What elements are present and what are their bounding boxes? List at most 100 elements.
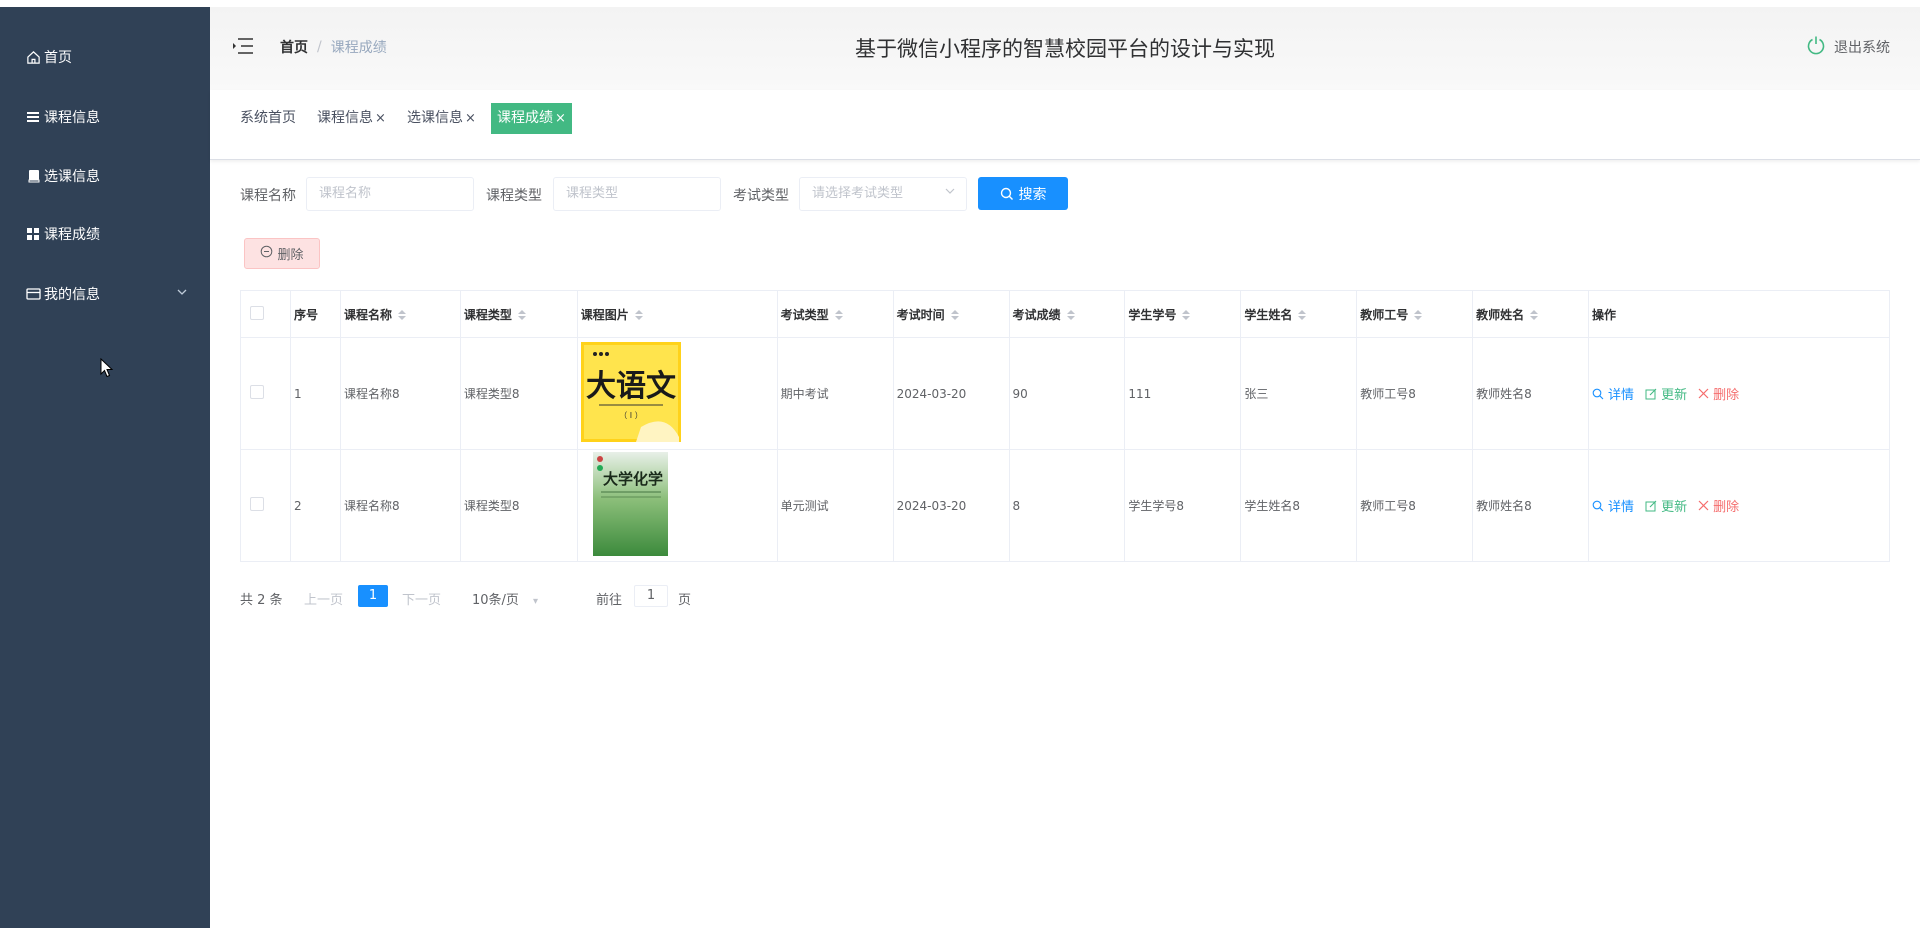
course-name-input[interactable]: 课程名称: [306, 177, 474, 211]
col-index: 序号: [289, 290, 341, 338]
col-exam-type[interactable]: 考试类型: [776, 290, 894, 338]
detail-button[interactable]: 详情: [1592, 496, 1634, 515]
cell-exam-type: 期中考试: [776, 337, 894, 450]
course-cover-image[interactable]: 大学化学: [592, 452, 693, 556]
cell-course-type: 课程类型8: [459, 449, 578, 562]
course-type-input[interactable]: 课程类型: [553, 177, 721, 211]
edit-icon: [1645, 388, 1657, 399]
row-select-cell[interactable]: [240, 337, 291, 450]
sort-icon[interactable]: [634, 310, 643, 320]
cell-course-image: 大学化学: [576, 449, 778, 562]
col-score[interactable]: 考试成绩: [1008, 290, 1126, 338]
course-type-label: 课程类型: [486, 188, 542, 204]
cell-actions: 详情 更新 删除: [1588, 337, 1890, 450]
col-label: 课程类型: [463, 307, 512, 322]
update-button[interactable]: 更新: [1645, 384, 1687, 403]
detail-label: 详情: [1608, 388, 1635, 403]
cell-score: 90: [1008, 337, 1126, 450]
search-icon: [1592, 500, 1604, 511]
sidebar-item-grades[interactable]: 课程成绩: [0, 214, 210, 254]
col-student-no[interactable]: 学生学号: [1124, 290, 1242, 338]
delete-label: 删除: [1713, 500, 1740, 515]
cell-course-type: 课程类型8: [459, 337, 578, 450]
tag-label: 选课信息: [407, 110, 463, 126]
sidebar-item-my-info[interactable]: 我的信息: [0, 274, 210, 314]
row-checkbox[interactable]: [250, 497, 264, 511]
sort-icon[interactable]: [1298, 310, 1307, 320]
sidebar-item-label: 首页: [44, 50, 72, 66]
goto-label: 前往: [596, 593, 623, 608]
course-cover-image[interactable]: 大语文 （ I ）: [580, 342, 681, 442]
sort-icon[interactable]: [1066, 310, 1075, 320]
col-teacher-no[interactable]: 教师工号: [1356, 290, 1474, 338]
tag-course-info[interactable]: 课程信息 ×: [311, 103, 392, 134]
delete-button[interactable]: 删除: [1698, 496, 1739, 515]
sort-icon[interactable]: [1414, 310, 1423, 320]
sort-icon[interactable]: [1530, 310, 1539, 320]
cell-teacher-name: 教师姓名8: [1472, 337, 1590, 450]
sort-icon[interactable]: [397, 310, 406, 320]
detail-button[interactable]: 详情: [1592, 384, 1634, 403]
col-label: 教师工号: [1360, 307, 1409, 322]
course-name-label: 课程名称: [240, 188, 296, 204]
search-icon: [1000, 187, 1013, 200]
search-button[interactable]: 搜索: [978, 177, 1068, 210]
col-course-type[interactable]: 课程类型: [459, 290, 578, 338]
sort-icon[interactable]: [517, 310, 526, 320]
sort-icon[interactable]: [834, 310, 843, 320]
row-select-cell[interactable]: [240, 449, 291, 562]
chevron-down-icon: [944, 178, 956, 210]
col-student-name[interactable]: 学生姓名: [1240, 290, 1358, 338]
close-icon[interactable]: ×: [555, 111, 566, 126]
goto-page-input[interactable]: 1: [634, 585, 668, 607]
card-icon: [24, 285, 42, 303]
search-icon: [1592, 388, 1604, 399]
cover-subtitle: （ I ）: [619, 411, 642, 420]
sort-icon[interactable]: [1182, 310, 1191, 320]
sidebar-item-enrollment[interactable]: 选课信息: [0, 156, 210, 196]
page-number-button[interactable]: 1: [358, 585, 388, 607]
list-icon: [24, 108, 42, 126]
sort-icon[interactable]: [950, 310, 959, 320]
home-icon: [24, 48, 42, 66]
next-page-button[interactable]: 下一页: [402, 589, 441, 608]
close-icon[interactable]: ×: [375, 111, 386, 126]
cell-actions: 详情 更新 删除: [1588, 449, 1890, 562]
page-size-select[interactable]: 10条/页 ▾: [472, 589, 538, 608]
exam-type-placeholder: 请选择考试类型: [812, 186, 904, 201]
logout-button[interactable]: 退出系统: [1806, 35, 1890, 59]
tag-system-home[interactable]: 系统首页: [234, 103, 302, 134]
cell-course-name: 课程名称8: [339, 449, 461, 562]
sidebar-item-home[interactable]: 首页: [0, 37, 210, 77]
grid-icon: [24, 225, 42, 243]
sidebar-item-label: 我的信息: [44, 287, 100, 303]
tag-grades[interactable]: 课程成绩 ×: [491, 103, 572, 134]
col-teacher-name[interactable]: 教师姓名: [1472, 290, 1590, 338]
power-icon: [1806, 35, 1826, 59]
col-exam-time[interactable]: 考试时间: [892, 290, 1010, 338]
batch-delete-button[interactable]: 删除: [244, 238, 320, 269]
cell-exam-time: 2024-03-20: [892, 337, 1010, 450]
cell-student-no: 111: [1124, 337, 1242, 450]
close-icon[interactable]: ×: [465, 111, 476, 126]
col-label: 考试成绩: [1012, 307, 1061, 322]
cover-title: 大语文: [586, 369, 676, 404]
prev-page-button[interactable]: 上一页: [304, 589, 343, 608]
col-course-image[interactable]: 课程图片: [576, 290, 778, 338]
delete-button[interactable]: 删除: [1698, 384, 1739, 403]
row-checkbox[interactable]: [250, 385, 264, 399]
tag-enrollment[interactable]: 选课信息 ×: [401, 103, 482, 134]
book-icon: [24, 167, 42, 185]
delete-label: 删除: [1713, 388, 1740, 403]
update-button[interactable]: 更新: [1645, 496, 1687, 515]
cell-teacher-name: 教师姓名8: [1472, 449, 1590, 562]
sidebar-item-course-info[interactable]: 课程信息: [0, 97, 210, 137]
select-all-checkbox[interactable]: [250, 305, 264, 320]
table-row: 1 课程名称8 课程类型8 大语文 （ I ） 期中考试 2024-03-20 …: [240, 337, 1890, 450]
exam-type-select[interactable]: 请选择考试类型: [799, 177, 967, 211]
select-all-cell[interactable]: [240, 290, 291, 338]
col-course-name[interactable]: 课程名称: [339, 290, 461, 338]
col-label: 学生姓名: [1244, 307, 1293, 322]
sidebar-item-label: 选课信息: [44, 169, 100, 185]
cell-course-image: 大语文 （ I ）: [576, 337, 778, 450]
